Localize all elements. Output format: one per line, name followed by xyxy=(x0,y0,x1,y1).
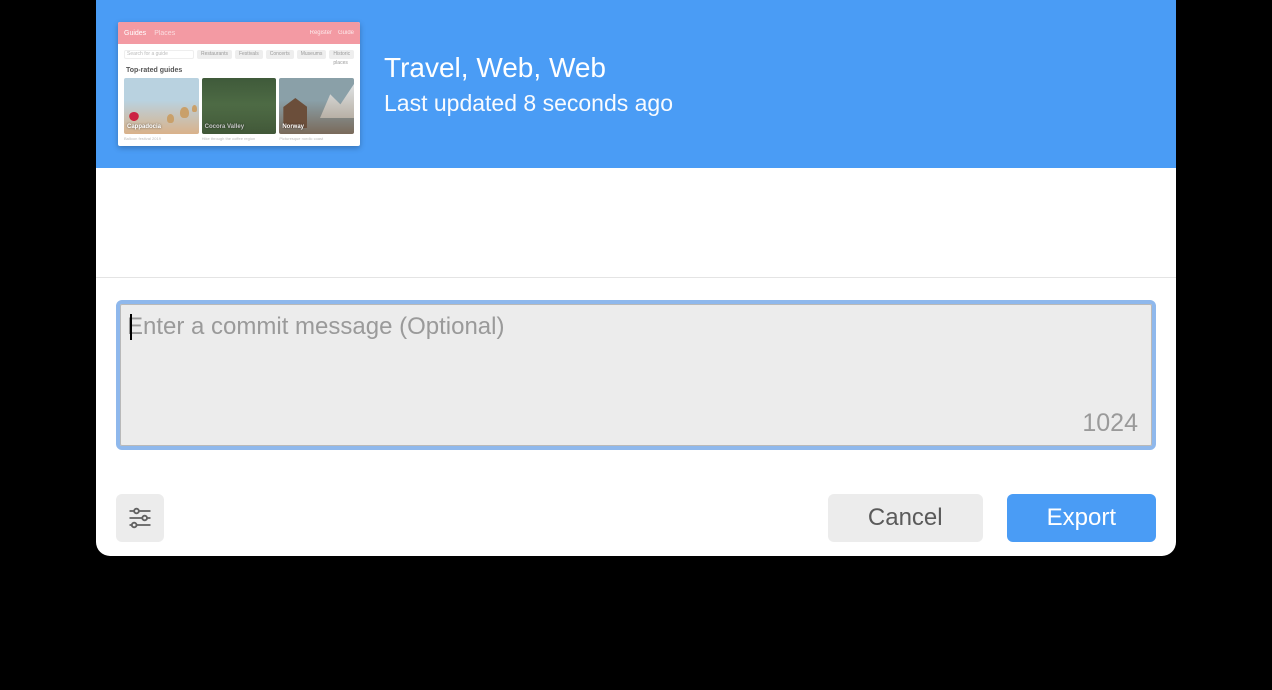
thumb-card: Cocora Valley xyxy=(202,78,277,134)
thumb-section-title: Top-rated guides xyxy=(126,67,352,74)
thumb-caption: Balloon festival 2019 xyxy=(124,136,199,141)
thumb-tag: Museums xyxy=(297,50,327,59)
sliders-icon xyxy=(126,504,154,532)
commit-message-input[interactable] xyxy=(120,304,1152,446)
thumb-tag: Historic places xyxy=(329,50,354,59)
thumb-card: Norway xyxy=(279,78,354,134)
dialog-header: Guides Places Register Guide Search for … xyxy=(96,0,1176,168)
export-button[interactable]: Export xyxy=(1007,494,1156,542)
dialog-footer: Cancel Export xyxy=(96,480,1176,556)
thumb-tag: Restaurants xyxy=(197,50,232,59)
thumb-card: Cappadocia xyxy=(124,78,199,134)
thumb-nav-secondary: Places xyxy=(154,30,175,37)
thumb-card-label: Norway xyxy=(282,124,304,130)
cancel-button[interactable]: Cancel xyxy=(828,494,983,542)
thumb-searchbox: Search for a guide xyxy=(124,50,194,59)
thumb-tag: Concerts xyxy=(266,50,294,59)
thumb-card-label: Cocora Valley xyxy=(205,124,244,130)
export-dialog: Guides Places Register Guide Search for … xyxy=(96,0,1176,556)
project-updated-label: Last updated 8 seconds ago xyxy=(384,90,673,117)
thumb-tag: Festivals xyxy=(235,50,263,59)
export-settings-button[interactable] xyxy=(116,494,164,542)
dialog-body-spacer xyxy=(96,168,1176,278)
thumb-nav-primary: Guides xyxy=(124,30,146,37)
thumb-caption: Picturesque nordic coast xyxy=(279,136,354,141)
thumb-nav-right-1: Register xyxy=(310,30,332,36)
thumb-card-label: Cappadocia xyxy=(127,124,161,130)
project-title: Travel, Web, Web xyxy=(384,52,673,84)
char-counter: 1024 xyxy=(1082,409,1138,438)
thumb-caption: Hike through the coffee region xyxy=(202,136,277,141)
project-thumbnail: Guides Places Register Guide Search for … xyxy=(118,22,360,146)
commit-message-wrap: 1024 xyxy=(116,300,1156,450)
text-caret xyxy=(130,314,132,340)
thumb-nav-right-2: Guide xyxy=(338,30,354,36)
